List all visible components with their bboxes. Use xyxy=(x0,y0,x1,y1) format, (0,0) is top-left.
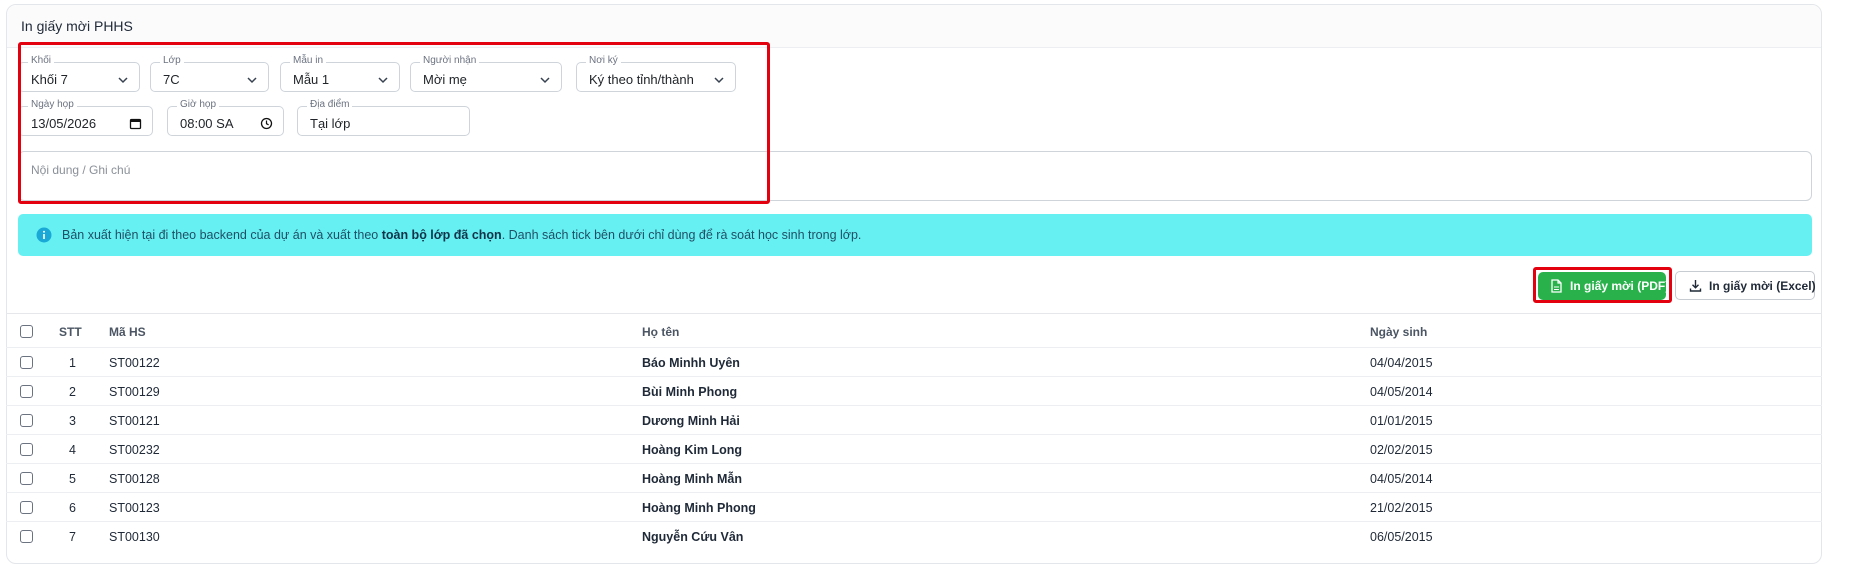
cell-ho-ten: Hoàng Kim Long xyxy=(642,443,742,457)
cell-ngay-sinh: 02/02/2015 xyxy=(1370,443,1433,457)
header-stt: STT xyxy=(59,325,82,339)
row-checkbox[interactable] xyxy=(20,443,33,456)
cell-ho-ten: Nguyễn Cứu Vân xyxy=(642,530,744,544)
filters-highlight xyxy=(18,42,770,204)
cell-ma-hs: ST00232 xyxy=(109,443,160,457)
header-ho-ten: Họ tên xyxy=(642,325,680,339)
row-checkbox[interactable] xyxy=(20,385,33,398)
cell-ma-hs: ST00122 xyxy=(109,356,160,370)
cell-stt: 2 xyxy=(69,385,76,399)
row-checkbox[interactable] xyxy=(20,530,33,543)
header-ma-hs: Mã HS xyxy=(109,325,146,339)
cell-ho-ten: Hoàng Minh Mẫn xyxy=(642,472,742,486)
cell-ho-ten: Báo Minhh Uyên xyxy=(642,356,740,370)
cell-ngay-sinh: 01/01/2015 xyxy=(1370,414,1433,428)
table-row: 5 ST00128 Hoàng Minh Mẫn 04/05/2014 xyxy=(6,463,1822,493)
cell-ngay-sinh: 04/05/2014 xyxy=(1370,385,1433,399)
pdf-button-highlight xyxy=(1533,267,1672,303)
table-row: 3 ST00121 Dương Minh Hải 01/01/2015 xyxy=(6,405,1822,435)
cell-stt: 6 xyxy=(69,501,76,515)
cell-ho-ten: Hoàng Minh Phong xyxy=(642,501,756,515)
cell-ma-hs: ST00128 xyxy=(109,472,160,486)
cell-stt: 5 xyxy=(69,472,76,486)
table-row: 1 ST00122 Báo Minhh Uyên 04/04/2015 xyxy=(6,347,1822,377)
cell-stt: 3 xyxy=(69,414,76,428)
cell-ho-ten: Dương Minh Hải xyxy=(642,414,740,428)
select-all-checkbox[interactable] xyxy=(20,325,33,338)
cell-ma-hs: ST00121 xyxy=(109,414,160,428)
cell-ma-hs: ST00123 xyxy=(109,501,160,515)
cell-stt: 1 xyxy=(69,356,76,370)
print-excel-label: In giấy mời (Excel) xyxy=(1709,279,1816,293)
info-icon xyxy=(36,227,52,243)
row-checkbox[interactable] xyxy=(20,356,33,369)
cell-ho-ten: Bùi Minh Phong xyxy=(642,385,738,399)
cell-ngay-sinh: 04/04/2015 xyxy=(1370,356,1433,370)
cell-stt: 4 xyxy=(69,443,76,457)
cell-stt: 7 xyxy=(69,530,76,544)
table-row: 2 ST00129 Bùi Minh Phong 04/05/2014 xyxy=(6,376,1822,406)
cell-ngay-sinh: 21/02/2015 xyxy=(1370,501,1433,515)
table-row: 4 ST00232 Hoàng Kim Long 02/02/2015 xyxy=(6,434,1822,464)
card-title: In giấy mời PHHS xyxy=(21,18,133,34)
cell-ma-hs: ST00130 xyxy=(109,530,160,544)
row-checkbox[interactable] xyxy=(20,414,33,427)
cell-ma-hs: ST00129 xyxy=(109,385,160,399)
alert-text: Bản xuất hiện tại đi theo backend của dự… xyxy=(62,228,862,242)
row-checkbox[interactable] xyxy=(20,501,33,514)
cell-ngay-sinh: 06/05/2015 xyxy=(1370,530,1433,544)
alert-bold-text: toàn bộ lớp đã chọn xyxy=(381,228,502,242)
print-excel-button[interactable]: In giấy mời (Excel) xyxy=(1675,271,1816,300)
row-checkbox[interactable] xyxy=(20,472,33,485)
info-alert: Bản xuất hiện tại đi theo backend của dự… xyxy=(18,214,1812,256)
table-row: 7 ST00130 Nguyễn Cứu Vân 06/05/2015 xyxy=(6,521,1822,551)
header-ngay-sinh: Ngày sinh xyxy=(1370,325,1428,339)
student-table-header: STT Mã HS Họ tên Ngày sinh xyxy=(6,313,1822,348)
cell-ngay-sinh: 04/05/2014 xyxy=(1370,472,1433,486)
table-row: 6 ST00123 Hoàng Minh Phong 21/02/2015 xyxy=(6,492,1822,522)
download-icon xyxy=(1689,280,1702,292)
